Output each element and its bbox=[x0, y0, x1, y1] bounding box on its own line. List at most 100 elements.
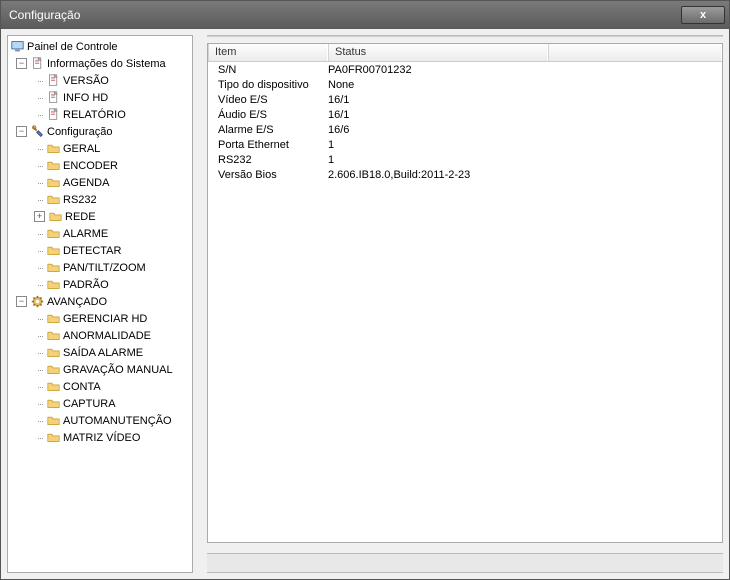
tree-group-label: Informações do Sistema bbox=[47, 58, 166, 70]
tree-root[interactable]: Painel de Controle bbox=[8, 38, 192, 55]
folder-icon bbox=[46, 363, 60, 377]
tree-item[interactable]: ··· PADRÃO bbox=[8, 276, 192, 293]
expand-toggle-icon[interactable]: − bbox=[16, 58, 27, 69]
cell-item: Áudio E/S bbox=[212, 109, 328, 124]
tree-item[interactable]: ···SAÍDA ALARME bbox=[8, 344, 192, 361]
list-row[interactable]: RS2321 bbox=[212, 154, 722, 169]
tree-item[interactable]: ···ENCODER bbox=[8, 157, 192, 174]
tree-group[interactable]: − Informações do Sistema bbox=[8, 55, 192, 72]
tree-item[interactable]: ···GERENCIAR HD bbox=[8, 310, 192, 327]
tree-item[interactable]: ··· RS232 bbox=[8, 191, 192, 208]
folder-icon bbox=[46, 380, 60, 394]
list-row[interactable]: Tipo do dispositivoNone bbox=[212, 79, 722, 94]
tree-item-label: DETECTAR bbox=[63, 245, 121, 257]
list-row[interactable]: Alarme E/S16/6 bbox=[212, 124, 722, 139]
tree-item-label: ANORMALIDADE bbox=[63, 330, 151, 342]
tree-item[interactable]: ··· GERAL bbox=[8, 140, 192, 157]
tree-group[interactable]: − Configuração bbox=[8, 123, 192, 140]
tree-item-label: GRAVAÇÃO MANUAL bbox=[63, 364, 173, 376]
tree-item[interactable]: ··· ALARME bbox=[8, 225, 192, 242]
cell-item: RS232 bbox=[212, 154, 328, 169]
titlebar[interactable]: Configuração x bbox=[1, 1, 729, 29]
cell-item: Tipo do dispositivo bbox=[212, 79, 328, 94]
column-item[interactable]: Item bbox=[208, 44, 328, 61]
folder-icon bbox=[46, 227, 60, 241]
cell-status: PA0FR00701232 bbox=[328, 64, 548, 79]
list-row[interactable]: Vídeo E/S16/1 bbox=[212, 94, 722, 109]
cell-status: 2.606.IB18.0,Build:2011-2-23 bbox=[328, 169, 548, 184]
tree-group-label: AVANÇADO bbox=[47, 296, 107, 308]
tree-item-label: VERSÃO bbox=[63, 75, 109, 87]
tree-connector-icon: ··· bbox=[34, 110, 46, 120]
tree-item-label: AGENDA bbox=[63, 177, 109, 189]
cell-item: S/N bbox=[212, 64, 328, 79]
tree-connector-icon: ··· bbox=[34, 76, 46, 86]
tree-item[interactable]: ··· VERSÃO bbox=[8, 72, 192, 89]
expand-toggle-icon[interactable]: + bbox=[34, 211, 45, 222]
tree-item[interactable]: ··· GRAVAÇÃO MANUAL bbox=[8, 361, 192, 378]
expand-toggle-icon[interactable]: − bbox=[16, 296, 27, 307]
folder-icon bbox=[46, 397, 60, 411]
tree-connector-icon: ··· bbox=[34, 229, 46, 239]
tree-item-label: PADRÃO bbox=[63, 279, 109, 291]
column-blank[interactable] bbox=[548, 44, 722, 61]
cell-status: 16/1 bbox=[328, 109, 548, 124]
list-row[interactable]: Áudio E/S16/1 bbox=[212, 109, 722, 124]
cell-status: 1 bbox=[328, 154, 548, 169]
tree-item-label: RELATÓRIO bbox=[63, 109, 126, 121]
divider-top bbox=[207, 35, 723, 37]
tree-item-label: ENCODER bbox=[63, 160, 118, 172]
tree-item[interactable]: ···MATRIZ VÍDEO bbox=[8, 429, 192, 446]
tree-connector-icon: ··· bbox=[34, 365, 46, 375]
doc-icon bbox=[46, 108, 60, 122]
folder-icon bbox=[48, 210, 62, 224]
tree-item-label: GERAL bbox=[63, 143, 100, 155]
expand-toggle-icon[interactable]: − bbox=[16, 126, 27, 137]
list-row[interactable]: Porta Ethernet1 bbox=[212, 139, 722, 154]
tree-connector-icon: ··· bbox=[34, 144, 46, 154]
tree-connector-icon: ··· bbox=[34, 178, 46, 188]
listview-header[interactable]: Item Status bbox=[208, 44, 722, 62]
folder-icon bbox=[46, 278, 60, 292]
column-status[interactable]: Status bbox=[328, 44, 548, 61]
cell-status: 16/6 bbox=[328, 124, 548, 139]
tree-item[interactable]: ···PAN/TILT/ZOOM bbox=[8, 259, 192, 276]
list-row[interactable]: S/NPA0FR00701232 bbox=[212, 64, 722, 79]
content-pane: Item Status S/NPA0FR00701232Tipo do disp… bbox=[199, 35, 723, 573]
tree-item[interactable]: ···INFO HD bbox=[8, 89, 192, 106]
tree-item-label: PAN/TILT/ZOOM bbox=[63, 262, 146, 274]
tree-item-label: MATRIZ VÍDEO bbox=[63, 432, 140, 444]
tree-item[interactable]: ··· RELATÓRIO bbox=[8, 106, 192, 123]
tree-item[interactable]: ···CAPTURA bbox=[8, 395, 192, 412]
tree-item[interactable]: + REDE bbox=[8, 208, 192, 225]
tree-connector-icon: ··· bbox=[34, 331, 46, 341]
close-button[interactable]: x bbox=[681, 6, 725, 24]
list-row[interactable]: Versão Bios2.606.IB18.0,Build:2011-2-23 bbox=[212, 169, 722, 184]
tree-item-label: REDE bbox=[65, 211, 96, 223]
listview[interactable]: Item Status S/NPA0FR00701232Tipo do disp… bbox=[207, 43, 723, 543]
tree-connector-icon: ··· bbox=[34, 195, 46, 205]
folder-icon bbox=[46, 142, 60, 156]
divider-bottom bbox=[207, 553, 723, 573]
tree-group-label: Configuração bbox=[47, 126, 112, 138]
tree-connector-icon: ··· bbox=[34, 314, 46, 324]
folder-icon bbox=[46, 193, 60, 207]
tree-item-label: ALARME bbox=[63, 228, 108, 240]
tree-connector-icon: ··· bbox=[34, 246, 46, 256]
tree-item[interactable]: ···CONTA bbox=[8, 378, 192, 395]
tree-item-label: CONTA bbox=[63, 381, 101, 393]
sidebar-tree[interactable]: Painel de Controle − Informações do Siste… bbox=[7, 35, 193, 573]
tree-item-label: RS232 bbox=[63, 194, 97, 206]
tree-item[interactable]: ··· DETECTAR bbox=[8, 242, 192, 259]
tree-item[interactable]: ···AUTOMANUTENÇÃO bbox=[8, 412, 192, 429]
tree-group[interactable]: − AVANÇADO bbox=[8, 293, 192, 310]
cell-item: Alarme E/S bbox=[212, 124, 328, 139]
folder-icon bbox=[46, 244, 60, 258]
folder-icon bbox=[46, 329, 60, 343]
tree-item[interactable]: ··· ANORMALIDADE bbox=[8, 327, 192, 344]
tree-connector-icon: ··· bbox=[34, 280, 46, 290]
tree-item[interactable]: ··· AGENDA bbox=[8, 174, 192, 191]
folder-icon bbox=[46, 414, 60, 428]
close-icon: x bbox=[700, 9, 706, 21]
folder-icon bbox=[46, 159, 60, 173]
